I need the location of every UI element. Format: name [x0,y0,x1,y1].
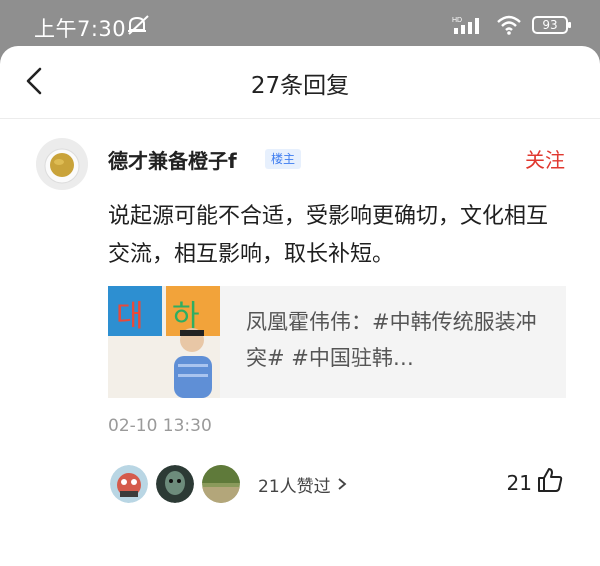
quoted-post-thumbnail: 대 하 [108,286,220,398]
signal-icon: HD [452,17,479,34]
tea-cup-avatar-icon [36,138,88,190]
page-title: 27条回复 [250,73,350,99]
timestamp: 02-10 13:30 [108,416,212,436]
battery-icon: 93 [532,16,571,34]
op-badge: 楼主 [265,149,302,169]
thumb-glyph-1: 대 [116,299,144,334]
username[interactable]: 德才兼备橙子f [108,145,237,174]
mute-icon [128,15,149,35]
follow-button[interactable]: 关注 [525,144,565,173]
status-time: 上午7:30 [34,17,127,41]
status-indicators: HD 93 [452,13,571,37]
avatar[interactable] [36,138,88,190]
likers-label: 21人赞过 [258,476,331,497]
comment-text: 说起源可能不合适，受影响更确切，文化相互交流，相互影响，取长补短。 [108,204,549,267]
quoted-post-card[interactable]: 대 하 凤凰霍伟伟：#中韩传统服装冲突# #中国驻韩… [108,286,566,398]
chevron-right-icon [338,478,347,490]
thumbs-up-icon[interactable] [536,466,564,494]
header: 27条回复 [0,46,600,119]
network-badge: HD [452,17,462,24]
reply-sheet: 27条回复 德才兼备橙子f 楼主 关注 说起源可能不合适，受影响更确切，文化相互… [0,46,600,566]
liker-avatar-2 [156,465,194,503]
status-bar: 上午7:30 HD 93 [0,0,600,52]
wifi-icon [497,15,521,35]
like-count: 21 [506,471,532,495]
quoted-post-text: 凤凰霍伟伟：#中韩传统服装冲突# #中国驻韩… [246,310,537,370]
liker-avatar-3 [202,465,240,503]
likers-row[interactable]: 21人赞过 [110,464,347,504]
liker-avatar-1 [110,465,148,503]
